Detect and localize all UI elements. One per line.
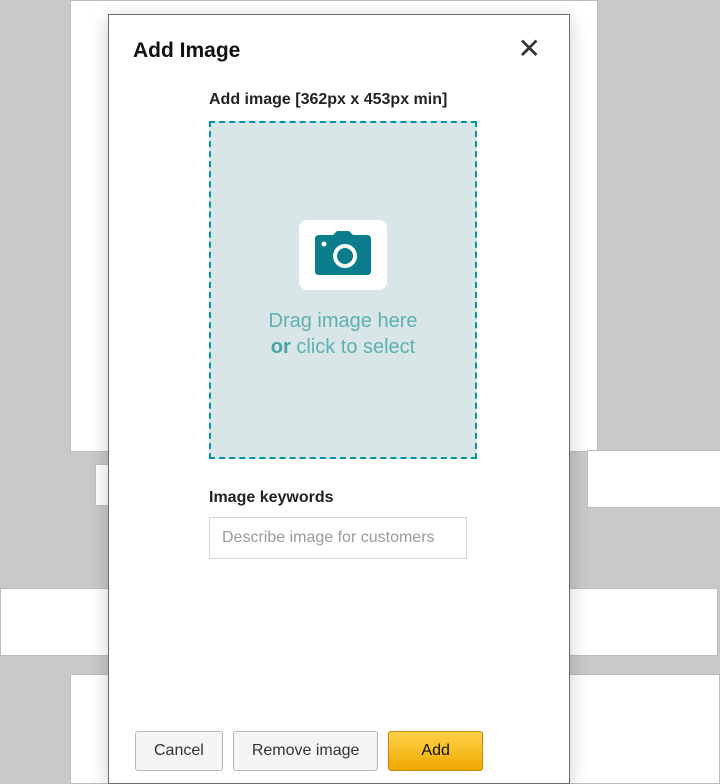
add-image-modal: Add Image ✕ Add image [362px x 453px min… xyxy=(108,14,570,784)
camera-icon xyxy=(311,231,375,279)
camera-icon-wrap xyxy=(299,220,387,290)
modal-title: Add Image xyxy=(133,39,240,63)
remove-image-button[interactable]: Remove image xyxy=(233,731,379,771)
keywords-input[interactable] xyxy=(209,517,467,559)
drag-text: Drag image here xyxy=(269,310,418,332)
keywords-label: Image keywords xyxy=(209,489,543,507)
or-text: or xyxy=(271,336,297,358)
close-button[interactable]: ✕ xyxy=(514,39,545,59)
cancel-button[interactable]: Cancel xyxy=(135,731,223,771)
background-panel xyxy=(587,450,720,508)
add-button[interactable]: Add xyxy=(388,731,482,771)
modal-body: Add image [362px x 453px min] Drag image… xyxy=(109,73,569,717)
image-dropzone[interactable]: Drag image here or click to select xyxy=(209,121,477,459)
modal-header: Add Image ✕ xyxy=(109,15,569,73)
close-icon: ✕ xyxy=(518,33,541,64)
dropzone-text: Drag image here or click to select xyxy=(249,308,438,360)
click-text: click to select xyxy=(296,336,415,358)
modal-footer: Cancel Remove image Add xyxy=(109,717,569,783)
upload-label: Add image [362px x 453px min] xyxy=(209,89,469,111)
